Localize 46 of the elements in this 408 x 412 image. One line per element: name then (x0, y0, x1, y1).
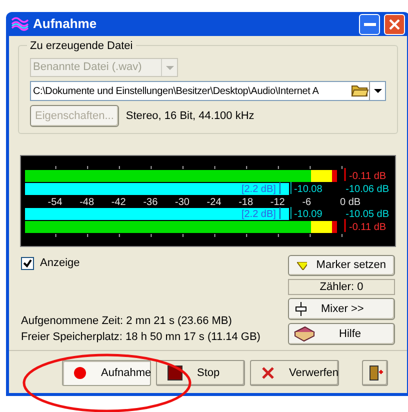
dropdown-arrow-icon[interactable] (374, 89, 382, 93)
peak-reading: -0.11 dB (349, 222, 386, 233)
door-exit-icon (367, 364, 383, 382)
group-title: Zu erzeugende Datei (27, 38, 136, 54)
gain-label: [2.2 dB] (241, 209, 276, 220)
close-icon (389, 18, 400, 30)
format-info: Stereo, 16 Bit, 44.100 kHz (126, 108, 254, 124)
help-button[interactable]: Hilfe (288, 323, 395, 345)
discard-button[interactable]: Verwerfen (250, 360, 339, 386)
checkbox[interactable] (21, 256, 34, 270)
path-field[interactable]: C:\Dokumente und Einstellungen\Besitzer\Desktop\Audio\Internet A (30, 81, 386, 101)
scale-label: -24 (206, 197, 222, 208)
checkbox-label[interactable]: Anzeige (40, 255, 80, 272)
gain-label: [2.2 dB] (241, 184, 276, 195)
scale-label: -48 (80, 197, 94, 208)
record-dot-icon (73, 366, 87, 380)
stop-button[interactable]: Stop (156, 360, 245, 386)
folder-icon[interactable] (351, 84, 369, 98)
scale-label: -54 (48, 197, 62, 208)
average-value: -10.08 (294, 184, 322, 195)
counter-display: Zähler: 0 (288, 279, 395, 295)
scale-label: -36 (143, 197, 158, 208)
dropdown-arrow-icon (166, 66, 174, 70)
status-text: Aufgenommene Zeit: 2 mn 21 s (23.66 MB) (21, 314, 233, 329)
slider-icon (295, 301, 307, 317)
waveform-icon (11, 16, 29, 32)
marker-button[interactable]: Marker setzen (288, 255, 395, 276)
average-reading: -10.06 dB (346, 184, 389, 195)
close-button[interactable] (384, 14, 405, 34)
average-value: -10.09 (294, 209, 322, 220)
status-text: Freier Speicherplatz: 18 h 50 mn 17 s (11.14 GB) (21, 330, 262, 345)
record-button[interactable]: Aufnahme (62, 360, 151, 386)
scale-label: -12 (270, 197, 285, 208)
window-title: Aufnahme (33, 15, 98, 34)
scale-label: -42 (111, 197, 126, 208)
exit-button[interactable] (362, 360, 388, 386)
minimize-button[interactable] (359, 14, 380, 34)
mixer-button[interactable]: Mixer >> (288, 298, 395, 320)
triangle-icon (297, 262, 308, 270)
scale-label: -30 (175, 197, 190, 208)
cross-icon (261, 366, 275, 380)
scale-label: 0 dB (340, 197, 361, 208)
average-reading: -10.05 dB (346, 209, 389, 220)
scale-label: -18 (238, 197, 254, 208)
peak-reading: -0.11 dB (349, 171, 386, 182)
scale-label: -6 (302, 197, 312, 208)
